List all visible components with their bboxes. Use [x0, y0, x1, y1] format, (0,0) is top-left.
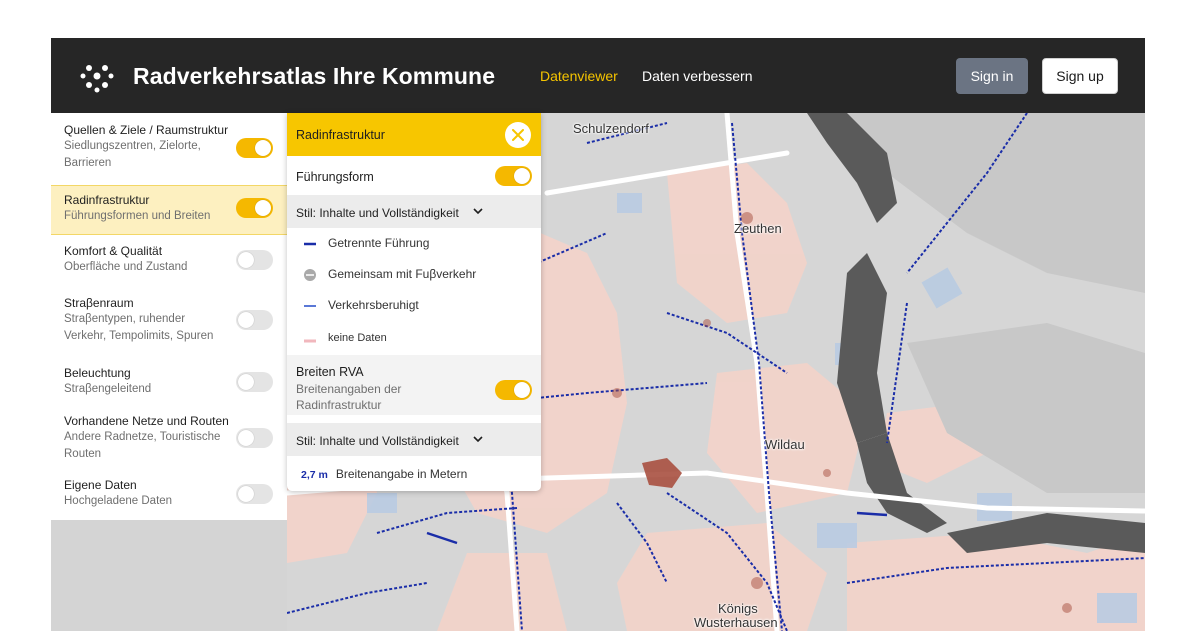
breiten-legend-row: 2,7 m Breitenangabe in Metern [301, 465, 467, 483]
map-label-schulzendorf: Schulzendorf [573, 121, 649, 136]
sidebar-item-subtitle: Straβentypen, ruhender Verkehr, Tempolim… [64, 313, 214, 342]
style-dropdown-breiten[interactable]: Stil: Inhalte und Vollständigkeit [287, 423, 541, 456]
toggle-komfort[interactable] [236, 250, 273, 270]
toggle-knob [514, 382, 530, 398]
toggle-breiten-rva[interactable] [495, 380, 532, 400]
nav-daten-verbessern[interactable]: Daten verbessern [642, 68, 753, 84]
breiten-section: Breiten RVA Breitenangaben der Radinfras… [287, 355, 541, 415]
toggle-fuehrungsform[interactable] [495, 166, 532, 186]
legend-label: keine Daten [328, 332, 387, 344]
map-label-zeuthen: Zeuthen [734, 221, 782, 236]
panel-header: Radinfrastruktur [287, 113, 541, 156]
legend-label: Gemeinsam mit Fuβverkehr [328, 267, 477, 281]
fuehrungsform-label: Führungsform [296, 170, 374, 184]
dots-logo-icon[interactable] [79, 58, 115, 94]
chevron-down-icon [473, 436, 483, 443]
sidebar-item-eigene-daten[interactable]: Eigene Daten Hochgeladene Daten [51, 478, 287, 518]
toggle-eigene-daten[interactable] [236, 484, 273, 504]
sidebar-item-strassenraum[interactable]: Straβenraum Straβentypen, ruhender Verke… [51, 296, 287, 352]
toggle-knob [238, 486, 254, 502]
sidebar-item-netze-routen[interactable]: Vorhandene Netze und Routen Andere Radne… [51, 414, 287, 470]
toggle-knob [255, 140, 271, 156]
fuehrungsform-row: Führungsform [296, 168, 374, 186]
sidebar-item-quellen-ziele[interactable]: Quellen & Ziele / Raumstruktur Siedlungs… [51, 123, 287, 175]
sidebar-item-subtitle: Hochgeladene Daten [64, 495, 173, 507]
toggle-netze-routen[interactable] [236, 428, 273, 448]
close-button[interactable] [505, 122, 531, 148]
map-label-wusterhausen: Wusterhausen [694, 615, 778, 630]
toggle-knob [238, 312, 254, 328]
toggle-knob [238, 374, 254, 390]
toggle-beleuchtung[interactable] [236, 372, 273, 392]
toggle-knob [238, 430, 254, 446]
solid-line-icon [304, 242, 316, 246]
sidebar-empty-area [51, 520, 287, 631]
toggle-knob [238, 252, 254, 268]
toggle-strassenraum[interactable] [236, 310, 273, 330]
sidebar-item-title: Quellen & Ziele / Raumstruktur [64, 123, 229, 137]
grey-circle-icon [304, 269, 316, 281]
sidebar-item-title: Vorhandene Netze und Routen [64, 414, 229, 428]
app-window: Schulzendorf Zeuthen Wildau Königs Wuste… [51, 38, 1145, 631]
toggle-knob [255, 200, 271, 216]
sidebar-item-radinfrastruktur[interactable]: Radinfrastruktur Führungsformen und Brei… [51, 185, 287, 235]
sidebar-item-subtitle: Siedlungszentren, Zielorte, Barrieren [64, 140, 201, 169]
style-dropdown-label: Stil: Inhalte und Vollständigkeit [296, 206, 459, 220]
map-label-wildau: Wildau [765, 437, 805, 452]
close-icon [512, 129, 524, 141]
legend-label: Getrennte Führung [328, 236, 430, 250]
pink-line-icon [304, 339, 316, 343]
layer-detail-panel: Radinfrastruktur Führungsform Stil: Inha… [287, 113, 541, 491]
breiten-title: Breiten RVA [296, 365, 364, 379]
sidebar-item-subtitle: Führungsformen und Breiten [64, 210, 211, 222]
top-header: Radverkehrsatlas Ihre Kommune Datenviewe… [51, 38, 1145, 113]
sign-in-button[interactable]: Sign in [956, 58, 1028, 94]
nav-datenviewer[interactable]: Datenviewer [540, 68, 618, 84]
map-label-koenigs: Königs [718, 601, 758, 616]
breiten-size-label: Breitenangabe in Metern [335, 467, 468, 481]
toggle-knob [514, 168, 530, 184]
style-dropdown-label: Stil: Inhalte und Vollständigkeit [296, 434, 459, 448]
toggle-radinfrastruktur[interactable] [236, 198, 273, 218]
sidebar-item-subtitle: Straβengeleitend [64, 383, 152, 395]
chevron-down-icon [473, 208, 483, 215]
sidebar-item-title: Straβenraum [64, 296, 134, 310]
sidebar-item-beleuchtung[interactable]: Beleuchtung Straβengeleitend [51, 366, 287, 406]
sidebar-item-subtitle: Andere Radnetze, Touristische Routen [64, 431, 221, 460]
layer-sidebar: Quellen & Ziele / Raumstruktur Siedlungs… [51, 113, 287, 520]
breiten-subtitle: Breitenangaben der Radinfrastruktur [296, 382, 402, 412]
light-line-icon [304, 305, 316, 307]
sidebar-item-komfort[interactable]: Komfort & Qualität Oberfläche und Zustan… [51, 244, 287, 284]
panel-title: Radinfrastruktur [296, 128, 385, 142]
style-dropdown-fuehrungsform[interactable]: Stil: Inhalte und Vollständigkeit [287, 195, 541, 228]
sidebar-item-subtitle: Oberfläche und Zustand [64, 261, 188, 273]
breiten-size-value: 2,7 m [301, 469, 328, 481]
sign-up-button[interactable]: Sign up [1042, 58, 1118, 94]
legend-label: Verkehrsberuhigt [328, 298, 419, 312]
brand-title[interactable]: Radverkehrsatlas Ihre Kommune [133, 63, 495, 90]
toggle-quellen-ziele[interactable] [236, 138, 273, 158]
